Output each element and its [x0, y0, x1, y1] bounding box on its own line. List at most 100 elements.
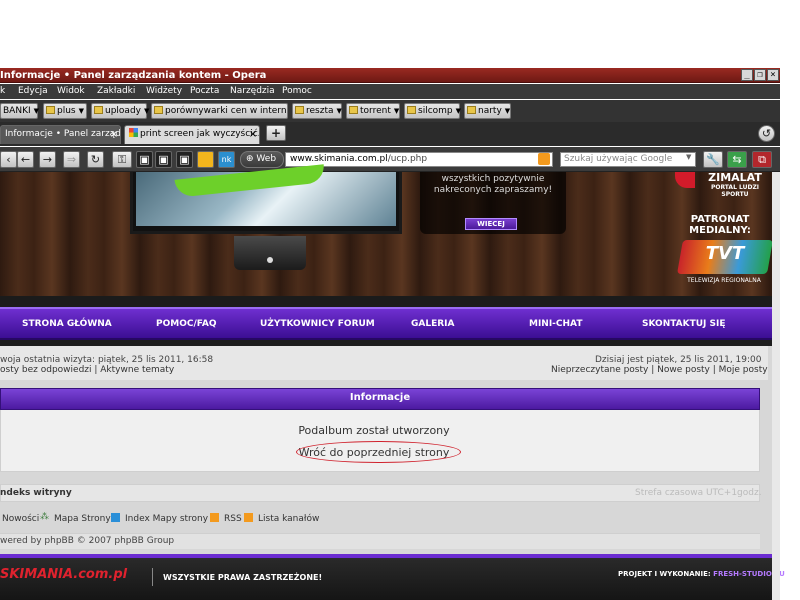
- chevron-down-icon: ▼: [336, 107, 342, 115]
- chevron-down-icon[interactable]: ▼: [686, 153, 691, 161]
- window-title-bar: Informacje • Panel zarządzania kontem - …: [0, 68, 780, 83]
- bookmarks-bar: BANKI ▼ plus ▼ uploady ▼ porównywarki cen w…: [0, 100, 780, 122]
- news-link[interactable]: Nowości: [2, 514, 39, 524]
- rss-link[interactable]: RSS: [224, 514, 242, 524]
- last-visit-text: woja ostatnia wizyta: piątek, 25 lis 201…: [0, 355, 214, 365]
- bookmark-folder-silcomp[interactable]: silcomp ▼: [404, 103, 461, 119]
- left-quick-links[interactable]: osty bez odpowiedzi | Aktywne tematy: [0, 365, 174, 375]
- bookmark-folder-torrent[interactable]: torrent ▼: [346, 103, 400, 119]
- tab-close-icon[interactable]: ×: [248, 130, 258, 140]
- close-window-button[interactable]: ×: [767, 69, 779, 81]
- forward-icon[interactable]: →: [39, 151, 56, 168]
- maximize-button[interactable]: ❐: [754, 69, 766, 81]
- chevron-down-icon: ▼: [78, 107, 84, 115]
- menu-item-view[interactable]: Widok: [57, 84, 85, 99]
- screenshot-icon[interactable]: ▣: [136, 151, 153, 168]
- web-label: Web: [256, 154, 277, 164]
- folder-icon: [407, 106, 416, 114]
- search-field[interactable]: Szukaj używając Google: [560, 152, 696, 167]
- right-quick-links[interactable]: Nieprzeczytane posty | Nowe posty | Moje…: [551, 365, 768, 375]
- rss-feed-icon[interactable]: [538, 153, 550, 165]
- bookmark-folder-porownywarki[interactable]: porównywarki cen w internecie▼: [151, 103, 288, 119]
- menu-item-bookmarks[interactable]: Zakładki: [97, 84, 135, 99]
- promo-text: wszystkich pozytywnie nakreconych zapras…: [433, 174, 553, 195]
- skimania-logo: SKIMANIA.com.pl: [0, 567, 127, 582]
- tab-google-search[interactable]: print screen jak wyczyścić...: [124, 125, 260, 144]
- bookmark-folder-reszta[interactable]: reszta ▼: [292, 103, 342, 119]
- timezone-text: Strefa czasowa UTC+1godz.: [635, 488, 762, 498]
- rss-feeds-icon: [244, 513, 253, 522]
- reload-icon[interactable]: ↻: [87, 151, 104, 168]
- google-icon: [129, 128, 138, 137]
- note-icon[interactable]: [197, 151, 214, 168]
- info-header-title: Informacje: [349, 392, 411, 403]
- translate-icon[interactable]: ⇆: [727, 151, 747, 168]
- address-field[interactable]: www.skimania.com.pl/ucp.php: [285, 152, 553, 167]
- new-tab-button[interactable]: +: [266, 125, 286, 141]
- wrench-icon[interactable]: 🔧: [703, 151, 723, 168]
- bookmark-folder-plus[interactable]: plus ▼: [43, 103, 87, 119]
- menu-item-mail[interactable]: Poczta: [190, 84, 219, 99]
- nav-home[interactable]: STRONA GŁÓWNA: [22, 319, 112, 329]
- more-button[interactable]: WIECEJ: [465, 218, 517, 230]
- nav-gallery[interactable]: GALERIA: [411, 319, 454, 329]
- screenshot-page-icon[interactable]: ▣: [176, 151, 193, 168]
- media-patron-label: PATRONAT MEDIALNY:: [689, 214, 751, 236]
- back-icon[interactable]: ←: [17, 151, 34, 168]
- chevron-down-icon: ▼: [504, 107, 511, 115]
- closed-tabs-icon[interactable]: ↺: [758, 125, 775, 142]
- chevron-down-icon: ▼: [393, 107, 400, 115]
- tv-caption: TELEWIZJA REGIONALNA: [687, 277, 761, 284]
- footer-links-row: Nowości ⁂ Mapa Strony Index Mapy strony …: [0, 510, 760, 528]
- sitemap-link[interactable]: Mapa Strony: [54, 514, 111, 524]
- fast-forward-icon[interactable]: ⇒: [63, 151, 80, 168]
- menu-item-tools[interactable]: Narzędzia: [230, 84, 275, 99]
- feeds-list-link[interactable]: Lista kanałów: [258, 514, 319, 524]
- tab-close-icon[interactable]: ×: [109, 130, 119, 140]
- partner-tagline: PORTAL LUDZI SPORTU: [710, 184, 760, 198]
- back-arrow-icon[interactable]: ‹: [0, 151, 17, 168]
- bookmark-label: reszta: [306, 106, 334, 116]
- bookmark-folder-banki[interactable]: BANKI ▼: [0, 103, 39, 119]
- menu-item-help[interactable]: Pomoc: [282, 84, 312, 99]
- apple-logo-icon: [267, 257, 273, 263]
- nav-contact[interactable]: SKONTAKTUJ SIĘ: [642, 319, 726, 329]
- menu-item-file[interactable]: k: [0, 84, 5, 99]
- screenshot-area-icon[interactable]: ▣: [155, 151, 172, 168]
- url-path: /ucp.php: [387, 154, 428, 164]
- web-button[interactable]: ⊕ Web: [240, 151, 284, 168]
- banner-divider: [0, 296, 772, 307]
- minimize-button[interactable]: _: [741, 69, 753, 81]
- sitemap-index-link[interactable]: Index Mapy strony: [125, 514, 208, 524]
- skimania-logo-text: SKIMANIA.com.pl: [0, 567, 128, 582]
- bookmark-label: silcomp: [418, 106, 453, 116]
- powered-by-text: wered by phpBB © 2007 phpBB Group: [0, 536, 175, 546]
- rss-icon: [210, 513, 219, 522]
- nk-icon[interactable]: nk: [218, 151, 235, 168]
- folder-icon: [154, 106, 163, 114]
- menu-item-edit[interactable]: Edycja: [18, 84, 48, 99]
- footer-separator: [152, 568, 153, 586]
- bookmark-label: porównywarki cen w internecie: [165, 106, 287, 116]
- nav-mini-chat[interactable]: MINI-CHAT: [529, 319, 582, 329]
- search-placeholder: Szukaj używając Google: [564, 154, 673, 164]
- project-label: PROJEKT I WYKONANIE:: [618, 570, 711, 578]
- bookmark-folder-narty[interactable]: narty ▼: [464, 103, 511, 119]
- bookmark-label: BANKI: [3, 106, 31, 116]
- bookmark-folder-uploady[interactable]: uploady ▼: [91, 103, 149, 119]
- sitemap-index-icon: [111, 513, 120, 522]
- monitor-stand: [234, 236, 306, 270]
- site-index-link[interactable]: ndeks witryny: [0, 488, 72, 498]
- share-icon[interactable]: ⧉: [752, 151, 772, 168]
- tab-informacje[interactable]: Informacje • Panel zarząd...: [0, 125, 121, 144]
- bookmark-label: uploady: [105, 106, 141, 116]
- folder-icon: [94, 106, 103, 114]
- tab-label: print screen jak wyczyścić...: [140, 129, 260, 139]
- key-icon[interactable]: ⚿: [112, 151, 132, 168]
- menu-item-widgets[interactable]: Widżety: [146, 84, 182, 99]
- red-annotation-ellipse: [296, 441, 461, 463]
- nav-help-faq[interactable]: POMOC/FAQ: [156, 319, 216, 329]
- project-credit: PROJEKT I WYKONANIE: FRESH-STUDIO.EU: [618, 570, 785, 578]
- window-title: Informacje • Panel zarządzania kontem - …: [0, 70, 267, 81]
- nav-forum-users[interactable]: UŻYTKOWNICY FORUM: [260, 319, 375, 329]
